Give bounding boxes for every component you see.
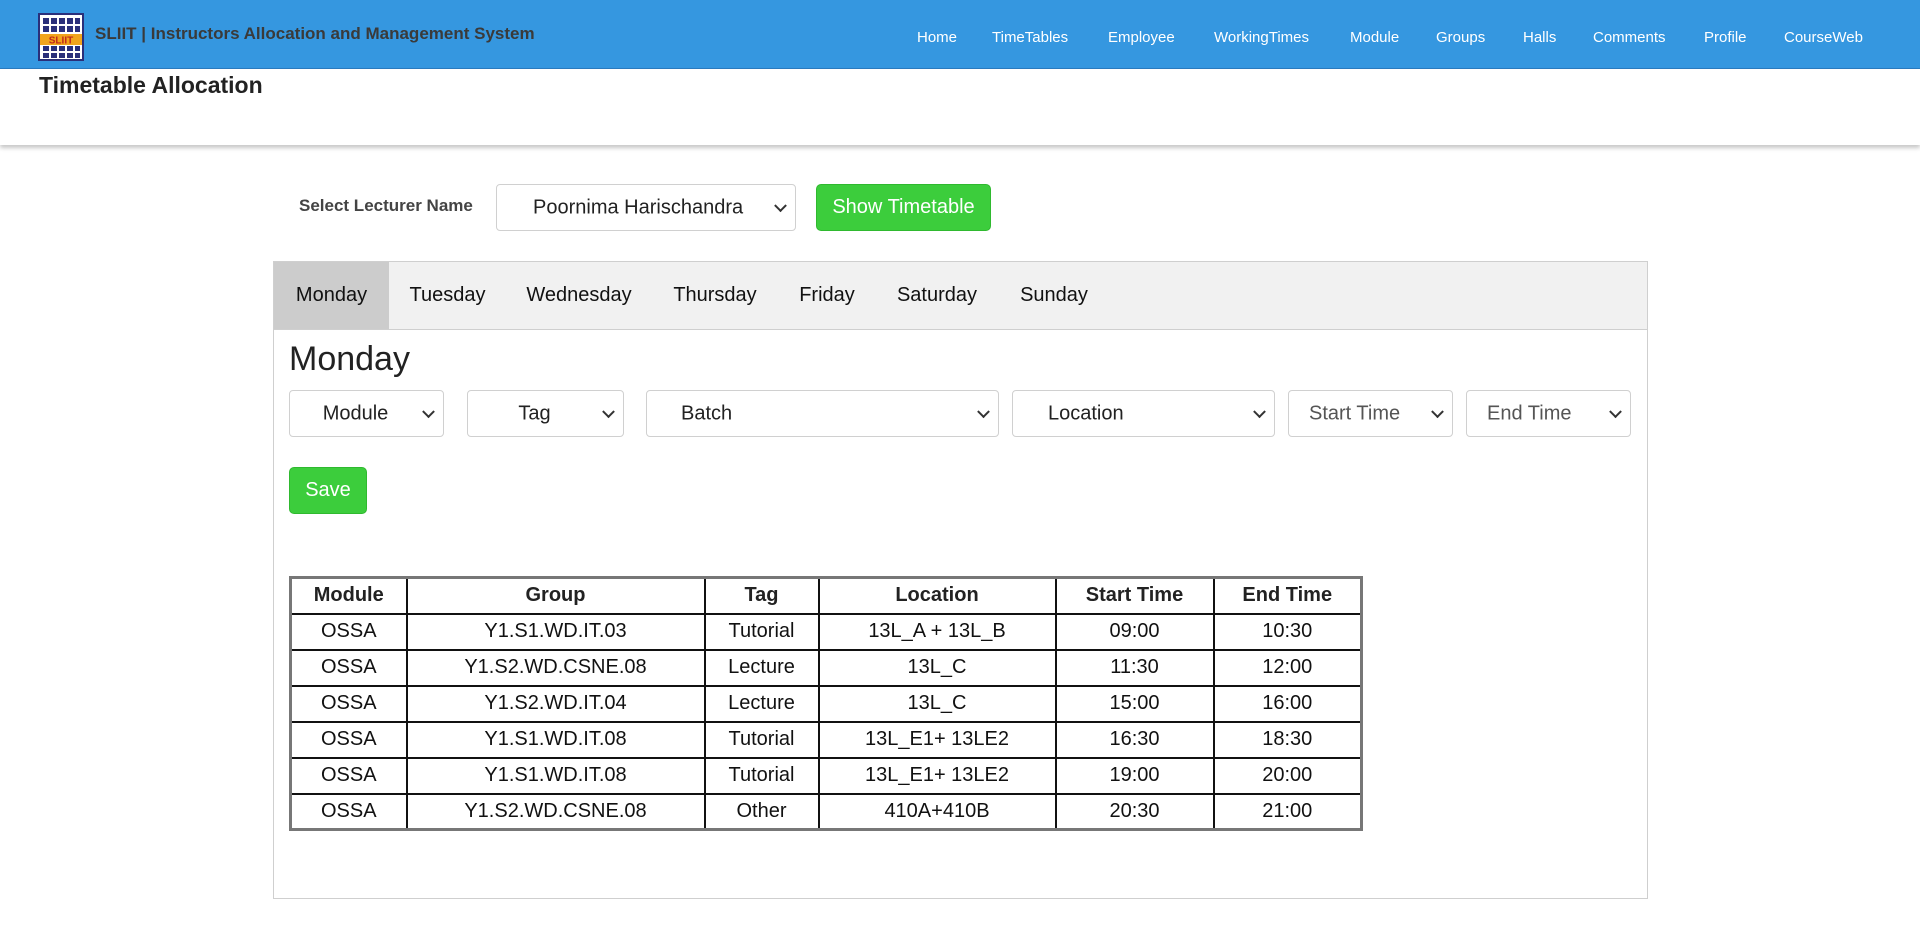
cell-end-time: 10:30 xyxy=(1212,612,1363,651)
cell-module: OSSA xyxy=(289,648,408,687)
tag-select[interactable]: Tag xyxy=(467,390,624,437)
end-time-select[interactable]: End Time xyxy=(1466,390,1631,437)
cell-tag: Tutorial xyxy=(703,720,820,759)
header-group: Group xyxy=(405,577,706,615)
day-tabs: Monday Tuesday Wednesday Thursday Friday… xyxy=(274,262,1647,330)
timetable-panel: Monday Tuesday Wednesday Thursday Friday… xyxy=(273,261,1648,899)
nav-halls[interactable]: Halls xyxy=(1523,29,1556,46)
cell-module: OSSA xyxy=(289,612,408,651)
cell-end-time: 20:00 xyxy=(1212,756,1363,795)
header-location: Location xyxy=(817,577,1057,615)
save-button[interactable]: Save xyxy=(289,467,367,514)
chevron-down-icon xyxy=(977,404,990,418)
day-heading: Monday xyxy=(289,340,410,378)
nav-home[interactable]: Home xyxy=(917,29,957,46)
chevron-down-icon xyxy=(1253,404,1266,418)
cell-start-time: 19:00 xyxy=(1054,756,1215,795)
navbar: SLIIT SLIIT | Instructors Allocation and… xyxy=(0,0,1920,69)
cell-tag: Tutorial xyxy=(703,612,820,651)
cell-start-time: 15:00 xyxy=(1054,684,1215,723)
cell-module: OSSA xyxy=(289,756,408,795)
cell-location: 13L_E1+ 13LE2 xyxy=(817,756,1057,795)
nav-comments[interactable]: Comments xyxy=(1593,29,1666,46)
tab-wednesday[interactable]: Wednesday xyxy=(506,262,652,329)
cell-tag: Tutorial xyxy=(703,756,820,795)
cell-location: 13L_C xyxy=(817,684,1057,723)
chevron-down-icon xyxy=(602,404,615,418)
lecturer-select-value: Poornima Harischandra xyxy=(533,196,744,218)
nav-employee[interactable]: Employee xyxy=(1108,29,1175,46)
cell-group: Y1.S2.WD.IT.04 xyxy=(405,684,706,723)
table-row: OSSA Y1.S1.WD.IT.08 Tutorial 13L_E1+ 13L… xyxy=(289,720,1363,759)
cell-module: OSSA xyxy=(289,684,408,723)
cell-tag: Lecture xyxy=(703,648,820,687)
lecturer-label: Select Lecturer Name xyxy=(299,196,473,215)
cell-end-time: 16:00 xyxy=(1212,684,1363,723)
header-band xyxy=(0,69,1920,145)
cell-end-time: 21:00 xyxy=(1212,792,1363,831)
nav-links: Home TimeTables Employee WorkingTimes Mo… xyxy=(0,29,1920,49)
cell-group: Y1.S2.WD.CSNE.08 xyxy=(405,792,706,831)
nav-profile[interactable]: Profile xyxy=(1704,29,1747,46)
start-time-select[interactable]: Start Time xyxy=(1288,390,1453,437)
cell-end-time: 18:30 xyxy=(1212,720,1363,759)
page-title: Timetable Allocation xyxy=(39,72,263,98)
cell-module: OSSA xyxy=(289,720,408,759)
cell-end-time: 12:00 xyxy=(1212,648,1363,687)
cell-module: OSSA xyxy=(289,792,408,831)
chevron-down-icon xyxy=(422,404,435,418)
table-row: OSSA Y1.S2.WD.IT.04 Lecture 13L_C 15:00 … xyxy=(289,684,1363,723)
cell-group: Y1.S2.WD.CSNE.08 xyxy=(405,648,706,687)
nav-timetables[interactable]: TimeTables xyxy=(992,29,1068,46)
batch-select[interactable]: Batch xyxy=(646,390,999,437)
nav-module[interactable]: Module xyxy=(1350,29,1399,46)
chevron-down-icon xyxy=(774,198,787,212)
cell-start-time: 16:30 xyxy=(1054,720,1215,759)
tab-thursday[interactable]: Thursday xyxy=(652,262,778,329)
cell-location: 13L_C xyxy=(817,648,1057,687)
cell-start-time: 09:00 xyxy=(1054,612,1215,651)
cell-group: Y1.S1.WD.IT.03 xyxy=(405,612,706,651)
start-time-select-value: Start Time xyxy=(1309,402,1401,424)
cell-tag: Lecture xyxy=(703,684,820,723)
chevron-down-icon xyxy=(1609,404,1622,418)
timetable-table: Module Group Tag Location Start Time End… xyxy=(289,576,1363,831)
cell-group: Y1.S1.WD.IT.08 xyxy=(405,756,706,795)
table-row: OSSA Y1.S2.WD.CSNE.08 Lecture 13L_C 11:3… xyxy=(289,648,1363,687)
nav-courseweb[interactable]: CourseWeb xyxy=(1784,29,1863,46)
tab-sunday[interactable]: Sunday xyxy=(998,262,1110,329)
header-end-time: End Time xyxy=(1212,577,1363,615)
header-module: Module xyxy=(289,577,408,615)
location-select-value: Location xyxy=(1048,402,1124,424)
lecturer-select[interactable]: Poornima Harischandra xyxy=(496,184,796,231)
module-select[interactable]: Module xyxy=(289,390,444,437)
tab-tuesday[interactable]: Tuesday xyxy=(389,262,506,329)
cell-location: 13L_A + 13L_B xyxy=(817,612,1057,651)
tab-monday[interactable]: Monday xyxy=(274,262,389,329)
table-row: OSSA Y1.S1.WD.IT.03 Tutorial 13L_A + 13L… xyxy=(289,612,1363,651)
chevron-down-icon xyxy=(1431,404,1444,418)
table-row: OSSA Y1.S2.WD.CSNE.08 Other 410A+410B 20… xyxy=(289,792,1363,831)
table-header-row: Module Group Tag Location Start Time End… xyxy=(289,577,1363,615)
batch-select-value: Batch xyxy=(681,402,733,424)
tag-select-value: Tag xyxy=(518,402,551,424)
header-tag: Tag xyxy=(703,577,820,615)
nav-groups[interactable]: Groups xyxy=(1436,29,1485,46)
cell-location: 13L_E1+ 13LE2 xyxy=(817,720,1057,759)
location-select[interactable]: Location xyxy=(1012,390,1275,437)
cell-group: Y1.S1.WD.IT.08 xyxy=(405,720,706,759)
cell-start-time: 20:30 xyxy=(1054,792,1215,831)
cell-start-time: 11:30 xyxy=(1054,648,1215,687)
nav-workingtimes[interactable]: WorkingTimes xyxy=(1214,29,1309,46)
module-select-value: Module xyxy=(322,402,389,424)
tab-friday[interactable]: Friday xyxy=(778,262,876,329)
show-timetable-button[interactable]: Show Timetable xyxy=(816,184,991,231)
end-time-select-value: End Time xyxy=(1487,402,1572,424)
cell-tag: Other xyxy=(703,792,820,831)
cell-location: 410A+410B xyxy=(817,792,1057,831)
table-row: OSSA Y1.S1.WD.IT.08 Tutorial 13L_E1+ 13L… xyxy=(289,756,1363,795)
tab-saturday[interactable]: Saturday xyxy=(876,262,998,329)
header-start-time: Start Time xyxy=(1054,577,1215,615)
